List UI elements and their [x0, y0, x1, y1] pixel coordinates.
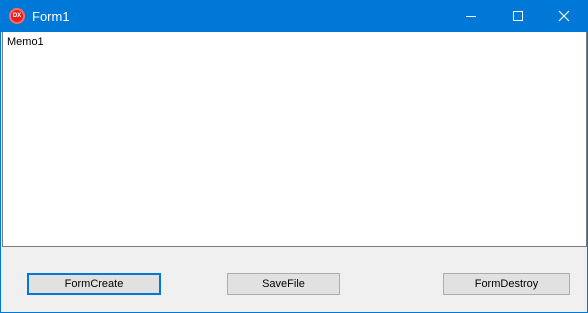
close-icon [558, 10, 570, 22]
close-button[interactable] [541, 1, 587, 32]
form-destroy-button[interactable]: FormDestroy [443, 273, 570, 295]
save-file-button[interactable]: SaveFile [227, 273, 340, 295]
maximize-button[interactable] [495, 1, 541, 32]
memo-text: Memo1 [7, 36, 44, 48]
app-icon-text: DX [12, 13, 22, 19]
title-bar[interactable]: DX Form1 [1, 1, 587, 32]
minimize-button[interactable] [449, 1, 495, 32]
memo-textarea[interactable]: Memo1 [2, 32, 587, 247]
window-title: Form1 [32, 9, 70, 24]
maximize-icon [513, 11, 523, 21]
app-icon[interactable]: DX [9, 8, 25, 24]
minimize-icon [466, 16, 476, 17]
app-window: DX Form1 Memo1 FormCreate SaveFile FormD… [0, 0, 588, 313]
form-create-button[interactable]: FormCreate [27, 273, 161, 295]
